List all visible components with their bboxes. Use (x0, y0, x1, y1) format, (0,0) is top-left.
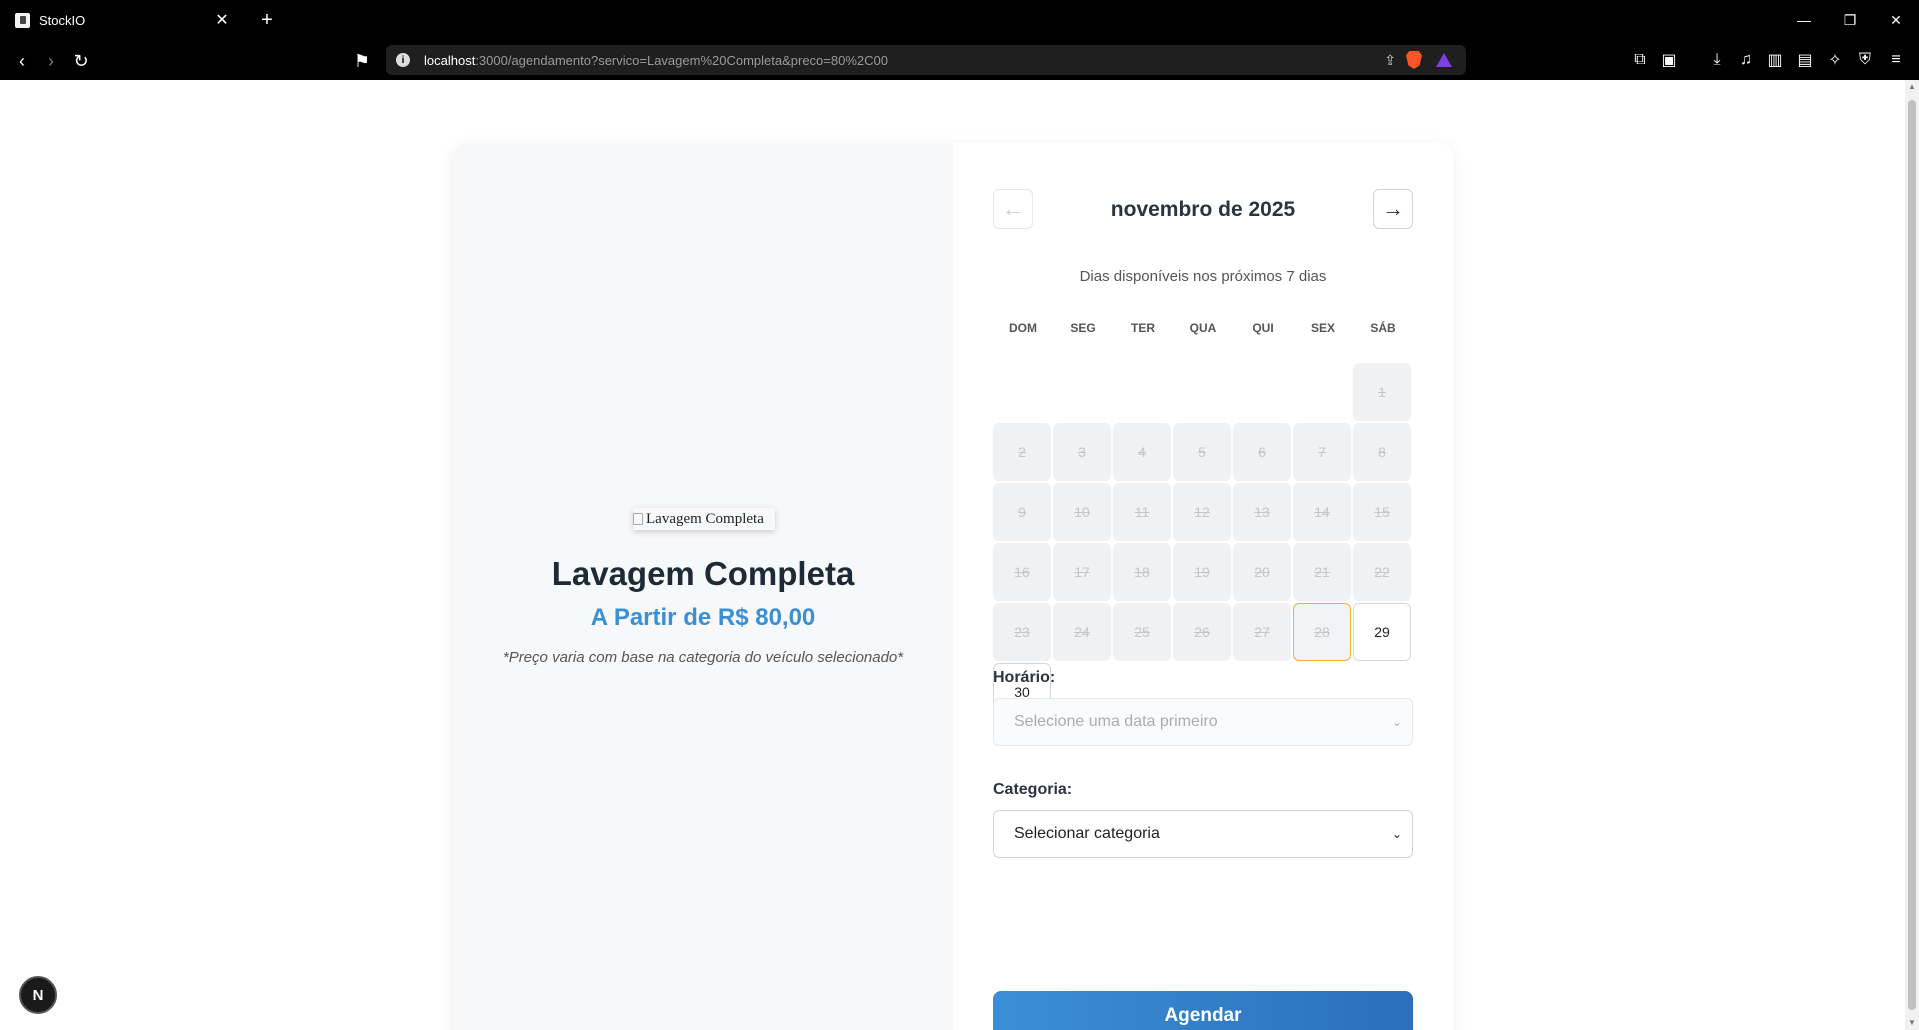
brave-rewards-icon[interactable] (1436, 53, 1452, 67)
calendar-day-disabled: 24 (1053, 603, 1111, 661)
calendar-day-disabled: 25 (1113, 603, 1171, 661)
media-icon[interactable]: ♫ (1735, 49, 1757, 71)
weekday-label: QUI (1252, 321, 1274, 335)
weekday-label: SEG (1070, 321, 1096, 335)
calendar-day-disabled: 27 (1233, 603, 1291, 661)
calendar-day-disabled: 1 (1353, 363, 1411, 421)
back-icon[interactable]: ‹ (9, 48, 35, 74)
calendar-empty-cell (1173, 363, 1231, 421)
service-panel: Lavagem Completa Lavagem Completa A Part… (453, 143, 953, 1030)
new-tab-icon[interactable]: + (255, 8, 279, 32)
calendar-day-disabled: 20 (1233, 543, 1291, 601)
service-image: Lavagem Completa (633, 508, 775, 530)
next-month-button[interactable]: → (1373, 189, 1413, 229)
download-icon[interactable]: ⤓ (1706, 49, 1728, 71)
calendar-empty-cell (993, 363, 1051, 421)
bookmark-icon[interactable]: ⚑ (349, 48, 375, 74)
booking-card: Lavagem Completa Lavagem Completa A Part… (453, 143, 1453, 1030)
chevron-down-icon: ⌄ (1391, 715, 1402, 729)
booking-panel: ← novembro de 2025 → Dias disponíveis no… (953, 143, 1453, 1030)
schedule-button[interactable]: Agendar (993, 991, 1413, 1030)
calendar-day-disabled: 23 (993, 603, 1051, 661)
scroll-down-icon[interactable]: ▼ (1907, 1018, 1917, 1028)
weekday-label: SEX (1310, 321, 1335, 335)
calendar-empty-cell (1233, 363, 1291, 421)
calendar-day-disabled: 8 (1353, 423, 1411, 481)
restore-icon[interactable]: ❐ (1827, 0, 1873, 40)
reload-icon[interactable]: ↻ (68, 48, 94, 74)
scrollbar-thumb[interactable] (1908, 100, 1916, 1010)
time-label: Horário: (993, 669, 1056, 686)
calendar-day-disabled: 14 (1293, 483, 1351, 541)
vpn-icon[interactable]: ⛨ (1854, 49, 1876, 71)
calendar-day-disabled: 9 (993, 483, 1051, 541)
minimize-icon[interactable]: ― (1781, 0, 1827, 40)
calendar-days: 1 2 3 4 5 6 7 8 9 10 11 12 13 14 15 16 17 18 19 20 21 22 23 24 2… (993, 363, 1413, 721)
weekday-label: SÁB (1370, 321, 1396, 335)
calendar-empty-cell (1293, 363, 1351, 421)
leo-ai-icon[interactable]: ✧ (1824, 49, 1846, 71)
calendar-day-disabled: 18 (1113, 543, 1171, 601)
calendar-day-today: 28 (1293, 603, 1351, 661)
weekday-label: TER (1131, 321, 1155, 335)
broken-image-icon (633, 513, 643, 525)
weekday-label: DOM (1009, 321, 1037, 335)
menu-icon[interactable]: ≡ (1885, 49, 1907, 71)
nextjs-dev-badge[interactable]: N (19, 976, 57, 1014)
calendar-day-disabled: 4 (1113, 423, 1171, 481)
calendar-day-disabled: 6 (1233, 423, 1291, 481)
calendar-month: novembro de 2025 (1110, 198, 1296, 221)
url-text[interactable]: localhost:3000/agendamento?servico=Lavag… (424, 53, 1384, 68)
weekday-label: QUA (1189, 321, 1217, 335)
prev-month-button[interactable]: ← (993, 189, 1033, 229)
calendar-day-disabled: 3 (1053, 423, 1111, 481)
calendar-weekdays: DOM SEG TER QUA QUI SEX SÁB (993, 321, 1413, 335)
calendar-day-disabled: 17 (1053, 543, 1111, 601)
service-title: Lavagem Completa (551, 555, 855, 592)
calendar-day-disabled: 5 (1173, 423, 1231, 481)
calendar-day-disabled: 21 (1293, 543, 1351, 601)
browser-tab[interactable]: StockIO ✕ (0, 0, 242, 40)
wallet-icon[interactable]: ▤ (1794, 49, 1816, 71)
calendar-empty-cell (1113, 363, 1171, 421)
window-close-icon[interactable]: ✕ (1873, 0, 1919, 40)
calendar-empty-cell (1053, 363, 1111, 421)
browser-tabbar: StockIO ✕ + ― ❐ ✕ (0, 0, 1919, 40)
calendar-day-disabled: 12 (1173, 483, 1231, 541)
sidebar-icon[interactable]: ▥ (1764, 49, 1786, 71)
time-select: Selecione uma data primeiro ⌄ (993, 698, 1413, 746)
address-bar[interactable]: i localhost:3000/agendamento?servico=Lav… (386, 45, 1466, 75)
category-select[interactable]: Selecionar categoria ⌄ (993, 810, 1413, 858)
calendar-day-disabled: 7 (1293, 423, 1351, 481)
favicon-icon (15, 12, 30, 28)
chevron-down-icon: ⌄ (1391, 827, 1402, 841)
calendar-day-disabled: 2 (993, 423, 1051, 481)
scroll-up-icon[interactable]: ▲ (1907, 82, 1917, 92)
calendar-day-disabled: 10 (1053, 483, 1111, 541)
calendar-day-disabled: 26 (1173, 603, 1231, 661)
page-content: Lavagem Completa Lavagem Completa A Part… (0, 80, 1905, 1030)
share-icon[interactable]: ⇪ (1384, 52, 1396, 69)
page-scrollbar[interactable]: ▲ ▼ (1905, 80, 1919, 1030)
calendar-day-disabled: 22 (1353, 543, 1411, 601)
calendar-day-disabled: 13 (1233, 483, 1291, 541)
tab-title: StockIO (39, 12, 86, 28)
brave-shields-icon[interactable] (1406, 51, 1422, 69)
extensions-icon[interactable]: ⧉ (1629, 49, 1651, 71)
calendar-day-disabled: 15 (1353, 483, 1411, 541)
calendar-day-disabled: 11 (1113, 483, 1171, 541)
forward-icon[interactable]: › (38, 48, 64, 74)
calendar-day-disabled: 19 (1173, 543, 1231, 601)
calendar-day-disabled: 16 (993, 543, 1051, 601)
screenshot-icon[interactable]: ▣ (1658, 49, 1680, 71)
service-price: A Partir de R$ 80,00 (590, 604, 816, 631)
calendar-day-available[interactable]: 29 (1353, 603, 1411, 661)
calendar-subtitle: Dias disponíveis nos próximos 7 dias (1079, 268, 1327, 285)
site-info-icon[interactable]: i (396, 53, 410, 67)
price-note: *Preço varia com base na categoria do ve… (502, 649, 904, 666)
close-tab-icon[interactable]: ✕ (210, 8, 234, 32)
category-label: Categoria: (993, 781, 1073, 798)
